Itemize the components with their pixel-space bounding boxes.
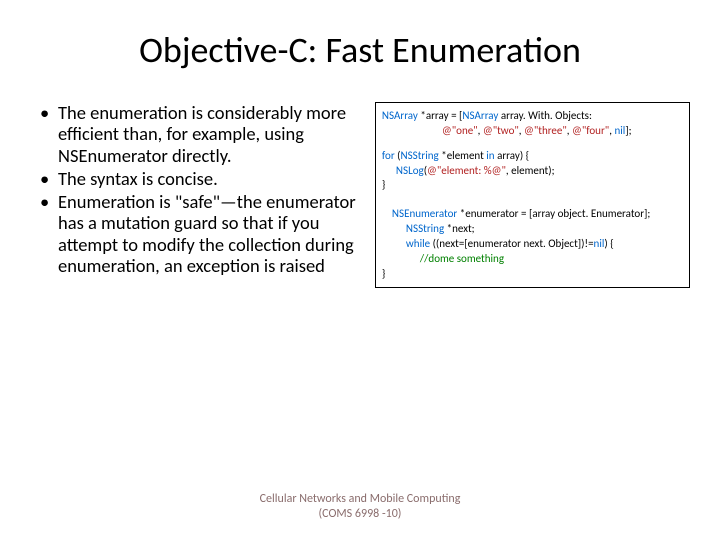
list-item: The enumeration is considerably more eff… <box>40 102 365 166</box>
code-line: NSArray *array = [NSArray array. With. O… <box>382 109 683 124</box>
code-line: } <box>382 267 683 282</box>
list-item: The syntax is concise. <box>40 168 365 189</box>
code-box: NSArray *array = [NSArray array. With. O… <box>375 102 690 288</box>
bullet-list: The enumeration is considerably more eff… <box>40 102 365 276</box>
list-item: Enumeration is "safe"—the enumerator has… <box>40 191 365 276</box>
slide-title: Objective-C: Fast Enumeration <box>0 0 720 92</box>
code-line: for (NSString *element in array) { <box>382 149 683 164</box>
code-line: NSString *next; <box>382 222 683 237</box>
slide-footer: Cellular Networks and Mobile Computing (… <box>0 492 720 522</box>
footer-line: (COMS 6998 -10) <box>0 507 720 522</box>
code-line: while ((next=[enumerator next. Object])!… <box>382 237 683 252</box>
code-line: } <box>382 178 683 193</box>
bullet-list-container: The enumeration is considerably more eff… <box>40 102 365 288</box>
code-line: //dome something <box>382 252 683 267</box>
footer-line: Cellular Networks and Mobile Computing <box>0 492 720 507</box>
code-container: NSArray *array = [NSArray array. With. O… <box>375 102 690 288</box>
slide-content: The enumeration is considerably more eff… <box>0 92 720 288</box>
code-line: NSEnumerator *enumerator = [array object… <box>382 207 683 222</box>
code-line: @"one", @"two", @"three", @"four", nil]; <box>382 124 683 139</box>
code-line: NSLog(@"element: %@", element); <box>382 164 683 179</box>
